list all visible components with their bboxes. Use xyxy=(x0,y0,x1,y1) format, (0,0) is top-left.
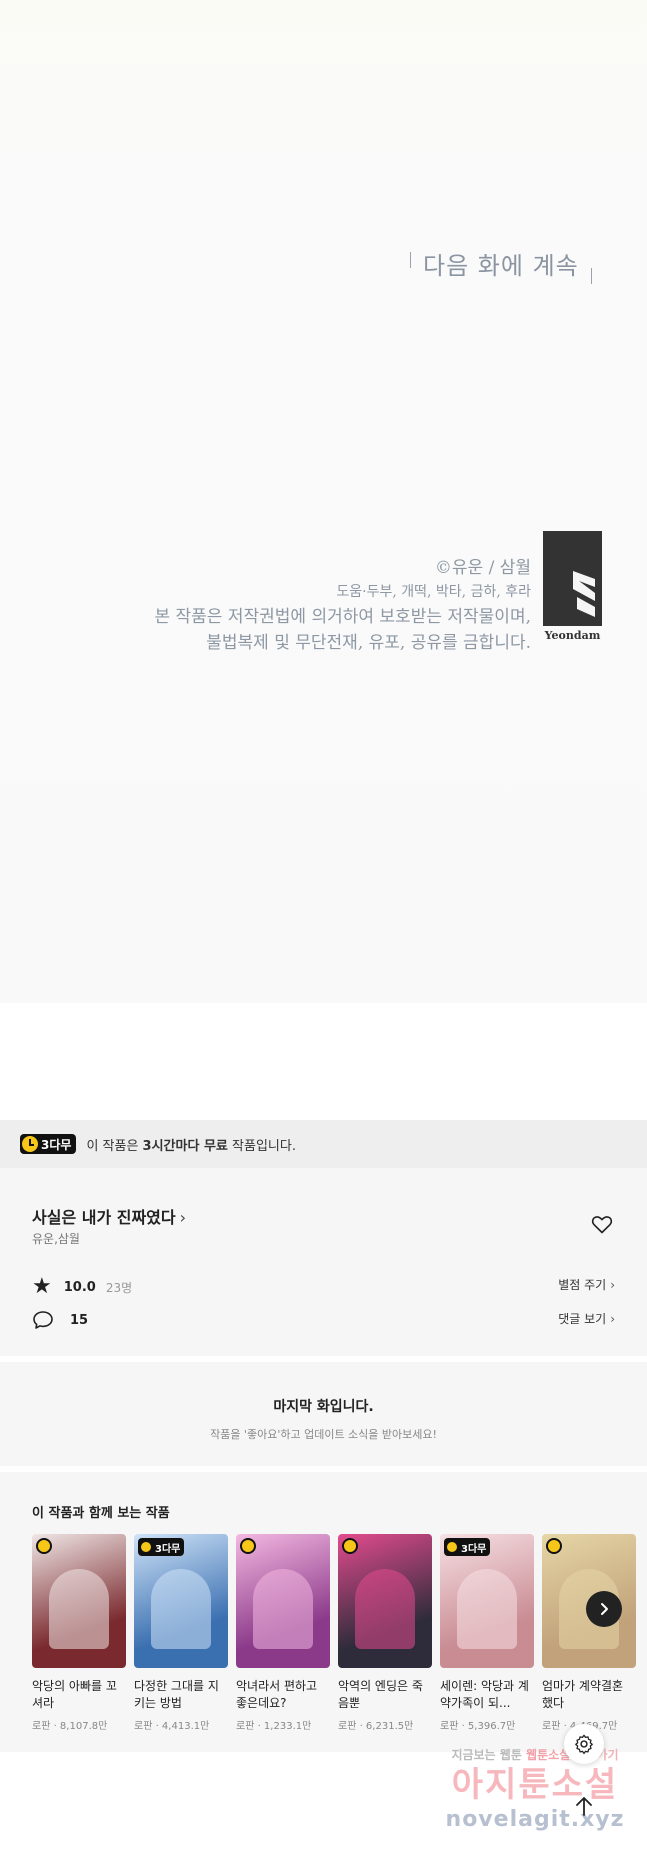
recommendation-meta: 로판 · 6,231.5만 xyxy=(338,1721,414,1732)
recommendations-title: 이 작품과 함께 보는 작품 xyxy=(32,1506,170,1521)
comments-button[interactable]: 댓글 보기 › xyxy=(558,1310,615,1327)
rating-row: ★ 10.0 23명 xyxy=(32,1276,132,1298)
clock-icon xyxy=(342,1538,358,1554)
work-info: 사실은 내가 진짜였다 › 유운,삼월 ★ 10.0 23명 별점 주기 › 15 … xyxy=(0,1168,647,1356)
recommendation-cover: 3다무 xyxy=(134,1534,228,1668)
chevron-right-icon xyxy=(601,1603,608,1615)
wait-free-badge: 3다무 xyxy=(444,1538,491,1556)
recommendations: 이 작품과 함께 보는 작품 악당의 아빠를 꼬셔라 로판 · 8,107.8만 3… xyxy=(0,1472,647,1752)
recommendation-card[interactable]: 3다무다정한 그대를 지키는 방법로판 · 4,413.1만 xyxy=(134,1534,228,1732)
badge-label: 3다무 xyxy=(41,1137,72,1152)
recommendation-title: 악역의 엔딩은 죽음뿐 xyxy=(338,1679,423,1710)
work-author: 유운,삼월 xyxy=(32,1232,80,1246)
wait-free-badge xyxy=(546,1538,562,1558)
watermark-url: novelagit.xyz xyxy=(445,1807,625,1832)
comment-count: 15 xyxy=(70,1312,89,1328)
wait-free-badge xyxy=(240,1538,256,1558)
wait-free-badge xyxy=(36,1538,52,1558)
recommendation-card[interactable]: 악녀라서 편하고 좋은데요? 로판 · 1,233.1만 xyxy=(236,1534,330,1732)
to-be-continued-label: 다음 화에 계속 xyxy=(423,252,579,280)
clock-icon xyxy=(36,1538,52,1554)
publisher-logo: Yeondam xyxy=(543,531,602,643)
wait-free-badge xyxy=(342,1538,358,1558)
page: 다음 화에 계속 ©유운 / 삼월 도움·두부, 개떡, 박타, 금하, 후라 … xyxy=(0,0,647,1867)
clock-icon xyxy=(445,1540,459,1554)
recommendation-meta: 로판 · 1,233.1만 xyxy=(236,1721,312,1732)
logo-text: Yeondam xyxy=(544,629,601,642)
recommendation-card[interactable]: 악역의 엔딩은 죽음뿐로판 · 6,231.5만 xyxy=(338,1534,432,1732)
free-text-pre: 이 작품은 xyxy=(86,1138,143,1154)
quote-bar-right xyxy=(590,267,592,284)
last-episode-notice: 마지막 화입니다. 작품을 '좋아요'하고 업데이트 소식을 받아보세요! xyxy=(0,1362,647,1466)
watermark-text-a: 지금보는 웹툰 xyxy=(451,1748,527,1762)
recommendation-title: 세이렌: 악당과 계약가족이 되... xyxy=(440,1679,529,1710)
recommendation-cover xyxy=(32,1534,126,1668)
recommendation-meta: 로판 · 8,107.8만 xyxy=(32,1721,108,1732)
gear-icon xyxy=(575,1734,593,1755)
cover-art xyxy=(355,1569,415,1649)
copyright-notice-2: 불법복제 및 무단전재, 유포, 공유를 금합니다. xyxy=(206,633,531,653)
badge-label: 3다무 xyxy=(155,1543,181,1555)
recommendation-title: 악녀라서 편하고 좋은데요? xyxy=(236,1679,318,1710)
heart-icon[interactable] xyxy=(590,1212,614,1236)
free-info-bar: 3다무 이 작품은 3시간마다 무료 작품입니다. xyxy=(0,1120,647,1168)
to-be-continued-text: 다음 화에 계속 xyxy=(410,246,592,284)
rate-label: 별점 주기 xyxy=(558,1278,607,1292)
rate-button[interactable]: 별점 주기 › xyxy=(558,1276,615,1293)
carousel-next-button[interactable] xyxy=(586,1591,622,1627)
badge-label: 3다무 xyxy=(461,1543,487,1555)
credit-authors: ©유운 / 삼월 xyxy=(434,558,531,578)
copyright-notice-1: 본 작품은 저작권법에 의거하여 보호받는 저작물이며, xyxy=(154,607,531,627)
recommendation-card[interactable]: 3다무세이렌: 악당과 계약가족이 되... 로판 · 5,396.7만 xyxy=(440,1534,534,1732)
wait-free-badge: 3다무 xyxy=(138,1538,185,1556)
logo-mark-icon xyxy=(543,531,602,626)
credits: ©유운 / 삼월 도움·두부, 개떡, 박타, 금하, 후라 본 작품은 저작권… xyxy=(154,556,531,656)
quote-bar-left xyxy=(410,251,411,268)
rating-score: 10.0 xyxy=(63,1279,96,1295)
cover-art xyxy=(151,1569,211,1649)
watermark-brand: 아지툰소설 xyxy=(451,1765,619,1805)
comic-panel: 다음 화에 계속 ©유운 / 삼월 도움·두부, 개떡, 박타, 금하, 후라 … xyxy=(0,0,647,1003)
recommendation-title: 악당의 아빠를 꼬셔라 xyxy=(32,1679,117,1710)
recommendation-title: 다정한 그대를 지키는 방법 xyxy=(134,1679,219,1710)
recommendation-title: 엄마가 계약결혼 했다 xyxy=(542,1679,624,1710)
comment-bubble-icon xyxy=(33,1311,53,1329)
recommendation-meta: 로판 · 5,396.7만 xyxy=(440,1721,516,1732)
comment-row: 15 xyxy=(32,1310,88,1330)
free-text-bold: 3시간마다 무료 xyxy=(142,1138,228,1154)
recommendation-card[interactable]: 악당의 아빠를 꼬셔라로판 · 8,107.8만 xyxy=(32,1534,126,1732)
recommendation-card[interactable]: 엄마가 계약결혼 했다로판 · 4,469.7만 xyxy=(542,1534,636,1732)
free-text-post: 작품입니다. xyxy=(227,1138,296,1154)
recommendation-meta: 로판 · 4,413.1만 xyxy=(134,1721,210,1732)
chevron-right-icon: › xyxy=(610,1312,615,1326)
wait-free-badge: 3다무 xyxy=(20,1134,77,1154)
cover-art xyxy=(49,1569,109,1649)
watermark: 지금보는 웹툰 웹툰소설 보러가기 아지툰소설 novelagit.xyz xyxy=(430,1746,640,1833)
credit-assistants: 도움·두부, 개떡, 박타, 금하, 후라 xyxy=(336,584,531,600)
cover-art xyxy=(457,1569,517,1649)
watermark-line1: 지금보는 웹툰 웹툰소설 보러가기 xyxy=(430,1746,640,1763)
cover-art xyxy=(253,1569,313,1649)
settings-button[interactable] xyxy=(564,1724,604,1764)
recommendation-cover: 3다무 xyxy=(440,1534,534,1668)
recommendation-cover xyxy=(338,1534,432,1668)
comments-label: 댓글 보기 xyxy=(558,1312,607,1326)
clock-icon xyxy=(22,1136,38,1152)
rating-count: 23명 xyxy=(105,1280,133,1295)
last-episode-title: 마지막 화입니다. xyxy=(273,1399,374,1415)
work-title: 사실은 내가 진짜였다 xyxy=(32,1208,176,1227)
recommendation-list: 악당의 아빠를 꼬셔라 로판 · 8,107.8만 3다무 다정한 그대를 지키는 방… xyxy=(32,1534,636,1732)
last-episode-subtitle: 작품을 '좋아요'하고 업데이트 소식을 받아보세요! xyxy=(210,1428,437,1441)
chevron-right-icon: › xyxy=(179,1208,187,1227)
clock-icon xyxy=(139,1540,153,1554)
chevron-right-icon: › xyxy=(610,1278,615,1292)
work-title-link[interactable]: 사실은 내가 진짜였다 › xyxy=(32,1204,186,1228)
recommendation-cover xyxy=(236,1534,330,1668)
star-icon: ★ xyxy=(32,1274,52,1299)
arrow-up-icon xyxy=(576,1797,592,1816)
free-info-text: 이 작품은 3시간마다 무료 작품입니다. xyxy=(86,1135,296,1154)
scroll-top-button[interactable] xyxy=(564,1786,604,1826)
clock-icon xyxy=(240,1538,256,1554)
clock-icon xyxy=(546,1538,562,1554)
